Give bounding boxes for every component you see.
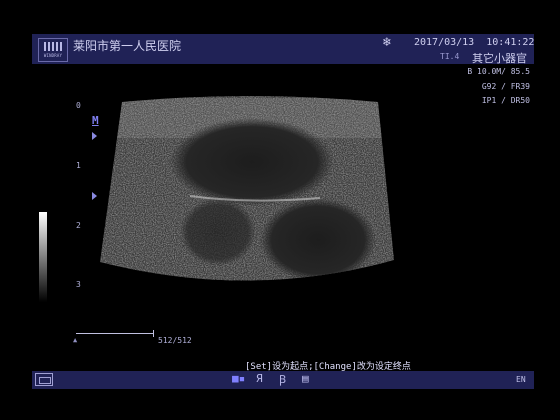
cine-end-marker [153, 330, 154, 337]
cine-progress-bar[interactable] [76, 333, 154, 334]
bk-icon[interactable]: Ꞵ [279, 372, 286, 387]
document-icon[interactable]: ▤ [302, 372, 309, 385]
depth-tick: 2 [76, 221, 81, 230]
cine-frame-count: 512/512 [158, 336, 192, 345]
language-indicator[interactable]: EN [516, 375, 526, 384]
hypoechoic-region [170, 118, 334, 206]
focus-marker-icon[interactable] [92, 192, 97, 200]
depth-tick: 0 [76, 101, 81, 110]
sector-scan [100, 96, 394, 281]
orientation-marker: M [92, 114, 99, 127]
cine-start-icon: ▲ [73, 336, 78, 344]
ya-icon[interactable]: Я [256, 372, 263, 385]
depth-tick: 3 [76, 280, 81, 289]
keyboard-icon[interactable] [35, 373, 53, 386]
focus-marker-icon[interactable] [92, 132, 97, 140]
ultrasound-image[interactable] [0, 0, 560, 420]
hypoechoic-region-lower [260, 198, 376, 281]
shadow-region [180, 198, 256, 266]
mouse-button-icon[interactable]: ■▪ [232, 372, 245, 385]
grayscale-bar [39, 212, 47, 302]
depth-tick: 1 [76, 161, 81, 170]
